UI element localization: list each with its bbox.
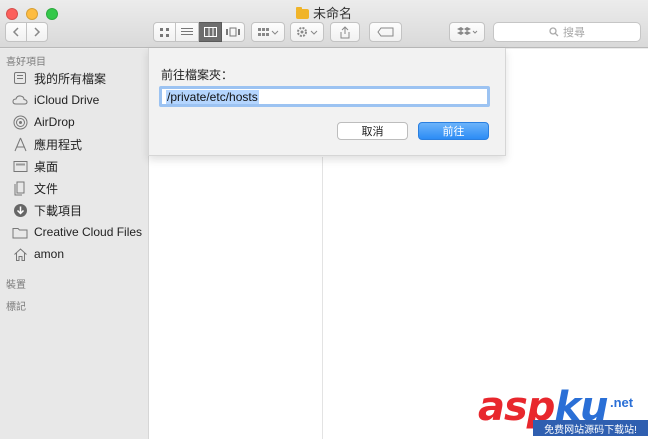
watermark-net: .net — [610, 395, 634, 410]
window-title: 未命名 — [0, 3, 648, 22]
desktop-icon — [12, 158, 28, 174]
share-icon — [340, 25, 350, 38]
cloud-icon — [12, 92, 28, 108]
downloads-icon — [12, 202, 28, 218]
cover-flow-icon — [226, 27, 240, 37]
folder-icon — [12, 224, 28, 240]
window-title-text: 未命名 — [312, 6, 352, 21]
arrange-grid-icon — [258, 28, 279, 36]
search-placeholder: 搜尋 — [563, 27, 585, 39]
column-divider[interactable] — [322, 157, 323, 439]
favorites-heading: 喜好項目 — [6, 57, 46, 68]
tag-icon — [376, 27, 393, 37]
arrange-button[interactable] — [251, 22, 285, 42]
action-button[interactable] — [290, 22, 324, 42]
sidebar-item-icloud-drive[interactable]: iCloud Drive — [12, 90, 99, 110]
sidebar-item-desktop[interactable]: 桌面 — [12, 156, 58, 176]
go-button[interactable]: 前往 — [418, 122, 489, 140]
cancel-button[interactable]: 取消 — [337, 122, 408, 140]
documents-icon — [12, 180, 28, 196]
sidebar-item-label: 文件 — [34, 181, 59, 196]
gear-icon — [297, 27, 318, 37]
sidebar-item-label: 應用程式 — [34, 137, 83, 152]
cover-flow-view-button[interactable] — [222, 22, 245, 42]
applications-icon — [12, 136, 28, 152]
sidebar-item-downloads[interactable]: 下載項目 — [12, 200, 82, 220]
sidebar-item-airdrop[interactable]: AirDrop — [12, 112, 75, 132]
watermark-subtitle: 免费网站源码下载站! — [533, 420, 648, 436]
list-icon — [181, 28, 193, 35]
chevron-right-icon — [34, 27, 41, 37]
tag-button[interactable] — [369, 22, 402, 42]
dropbox-button[interactable] — [449, 22, 485, 42]
search-input[interactable]: 搜尋 — [493, 22, 641, 42]
toolbar: 未命名 搜尋 — [0, 0, 648, 48]
sidebar-item-applications[interactable]: 應用程式 — [12, 134, 82, 154]
grid-icon — [160, 27, 169, 37]
search-icon — [549, 27, 559, 37]
sidebar-item-label: amon — [34, 247, 65, 261]
sidebar-item-label: Creative Cloud Files — [34, 225, 143, 239]
sidebar: 喜好項目 我的所有檔案 iCloud Drive AirDrop 應用程式 桌面… — [0, 49, 148, 439]
back-button[interactable] — [5, 22, 27, 42]
chevron-left-icon — [12, 27, 19, 37]
sidebar-item-amon[interactable]: amon — [12, 244, 64, 264]
folder-icon — [295, 7, 309, 19]
forward-button[interactable] — [26, 22, 48, 42]
all-files-icon — [12, 70, 28, 86]
home-icon — [12, 246, 28, 262]
sidebar-item-label: 下載項目 — [34, 203, 83, 218]
airdrop-icon — [12, 114, 28, 130]
sidebar-item-label: AirDrop — [34, 115, 75, 129]
sidebar-item-creative-cloud-files[interactable]: Creative Cloud Files — [12, 222, 142, 242]
sidebar-item-all-files[interactable]: 我的所有檔案 — [12, 68, 106, 88]
sidebar-item-label: iCloud Drive — [34, 93, 100, 107]
column-view-button[interactable] — [199, 22, 222, 42]
columns-icon — [203, 27, 217, 37]
folder-path-input[interactable]: /private/etc/hosts — [159, 86, 490, 107]
goto-folder-sheet: 前往檔案夾： /private/etc/hosts 取消 前往 — [148, 48, 506, 156]
view-mode-control — [153, 22, 245, 42]
tags-heading: 標記 — [6, 302, 26, 313]
list-view-button[interactable] — [176, 22, 199, 42]
sidebar-item-label: 我的所有檔案 — [34, 71, 107, 86]
goto-folder-label: 前往檔案夾： — [161, 68, 234, 82]
sidebar-item-label: 桌面 — [34, 159, 59, 174]
folder-path-value: /private/etc/hosts — [166, 89, 259, 104]
dropbox-icon — [457, 27, 478, 35]
share-button[interactable] — [330, 22, 360, 42]
devices-heading: 裝置 — [6, 280, 26, 291]
icon-view-button[interactable] — [153, 22, 176, 42]
sidebar-item-documents[interactable]: 文件 — [12, 178, 58, 198]
